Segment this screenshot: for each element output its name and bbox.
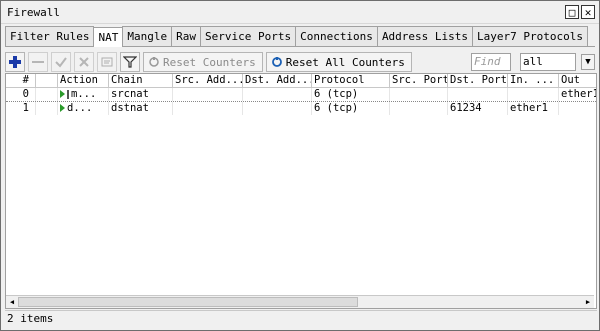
row-chain: srcnat — [109, 88, 173, 101]
row-dst-port: 61234 — [448, 102, 508, 115]
filter-dropdown-button[interactable]: ▼ — [581, 54, 595, 70]
row-dst-address — [243, 102, 312, 115]
filter-button[interactable] — [120, 52, 140, 72]
row-number: 0 — [6, 88, 36, 101]
funnel-icon — [123, 56, 137, 68]
action-arrow-icon — [60, 90, 65, 98]
close-button[interactable]: ✕ — [581, 5, 595, 19]
tab-filter-rules[interactable]: Filter Rules — [5, 26, 95, 46]
tab-service-ports[interactable]: Service Ports — [199, 26, 297, 46]
x-icon — [79, 57, 89, 67]
table-row[interactable]: 1 d... dstnat 6 (tcp) 61234 ether1 — [6, 102, 596, 115]
row-out-interface — [559, 102, 596, 115]
remove-button[interactable] — [28, 52, 48, 72]
status-bar: 2 items — [5, 310, 597, 327]
chevron-down-icon: ▼ — [585, 57, 591, 67]
column-header[interactable]: Dst. Port — [448, 74, 508, 87]
column-header[interactable]: In. ... — [508, 74, 559, 87]
reset-icon — [271, 57, 282, 67]
minus-icon — [32, 61, 44, 63]
window-title: Firewall — [7, 5, 60, 19]
add-button[interactable] — [5, 52, 25, 72]
table-header: # Action Chain Src. Add... Dst. Add... P… — [6, 74, 596, 88]
row-flags — [36, 102, 58, 115]
row-action: d... — [58, 102, 109, 115]
tab-layer7-protocols[interactable]: Layer7 Protocols — [472, 26, 588, 46]
column-header[interactable]: Out — [559, 74, 596, 87]
nat-rules-table: # Action Chain Src. Add... Dst. Add... P… — [5, 73, 597, 309]
reset-counters-label: Reset Counters — [163, 55, 256, 69]
comment-button[interactable] — [97, 52, 117, 72]
item-count: 2 items — [7, 312, 54, 325]
table-row[interactable]: 0 m... srcnat 6 (tcp) ether1 — [6, 88, 596, 102]
row-dst-port — [448, 88, 508, 101]
row-protocol: 6 (tcp) — [312, 88, 390, 101]
check-icon — [55, 57, 67, 68]
enable-button[interactable] — [51, 52, 71, 72]
row-action-text: d... — [67, 102, 93, 114]
filter-select[interactable]: all — [520, 53, 576, 71]
column-header[interactable]: Src. Add... — [173, 74, 243, 87]
tab-bar: Filter Rules NAT Mangle Raw Service Port… — [5, 26, 595, 47]
column-header[interactable]: # — [6, 74, 36, 87]
reset-all-counters-label: Reset All Counters — [285, 55, 405, 69]
tab-address-lists[interactable]: Address Lists — [376, 26, 474, 46]
restore-button[interactable]: □ — [565, 5, 579, 19]
scrollbar-thumb[interactable] — [18, 297, 358, 307]
scroll-left-icon[interactable]: ◀ — [6, 296, 18, 308]
find-input[interactable]: Find — [471, 53, 511, 71]
disable-button[interactable] — [74, 52, 94, 72]
title-bar: Firewall □ ✕ — [1, 1, 599, 24]
tab-connections[interactable]: Connections — [295, 26, 378, 46]
row-number: 1 — [6, 102, 36, 115]
action-arrow-icon — [60, 104, 65, 112]
reset-icon — [149, 57, 159, 67]
column-header[interactable] — [36, 74, 58, 87]
column-header[interactable]: Src. Port — [390, 74, 448, 87]
row-src-port — [390, 102, 448, 115]
row-in-interface: ether1 — [508, 102, 559, 115]
tab-raw[interactable]: Raw — [171, 26, 201, 46]
reset-all-counters-button[interactable]: Reset All Counters — [265, 52, 412, 72]
row-in-interface — [508, 88, 559, 101]
row-out-interface: ether1 — [561, 88, 596, 100]
comment-icon — [101, 57, 113, 67]
row-src-address — [173, 102, 243, 115]
column-header[interactable]: Dst. Add... — [243, 74, 312, 87]
plus-icon — [9, 56, 21, 68]
column-header[interactable]: Chain — [109, 74, 173, 87]
tab-mangle[interactable]: Mangle — [122, 26, 173, 46]
row-src-address — [173, 88, 243, 101]
scroll-right-icon[interactable]: ▶ — [582, 296, 594, 308]
firewall-window: Firewall □ ✕ Filter Rules NAT Mangle Raw… — [0, 0, 600, 331]
masquerade-icon — [67, 89, 69, 99]
reset-counters-button[interactable]: Reset Counters — [143, 52, 263, 72]
row-dst-address — [243, 88, 312, 101]
horizontal-scrollbar[interactable]: ◀ ▶ — [6, 295, 594, 308]
row-action: m... — [58, 88, 109, 101]
column-header[interactable]: Protocol — [312, 74, 390, 87]
row-protocol: 6 (tcp) — [312, 102, 390, 115]
row-action-text: m... — [71, 88, 97, 100]
tab-nat[interactable]: NAT — [93, 27, 124, 47]
row-chain: dstnat — [109, 102, 173, 115]
row-src-port — [390, 88, 448, 101]
column-header[interactable]: Action — [58, 74, 109, 87]
row-flags — [36, 88, 58, 101]
